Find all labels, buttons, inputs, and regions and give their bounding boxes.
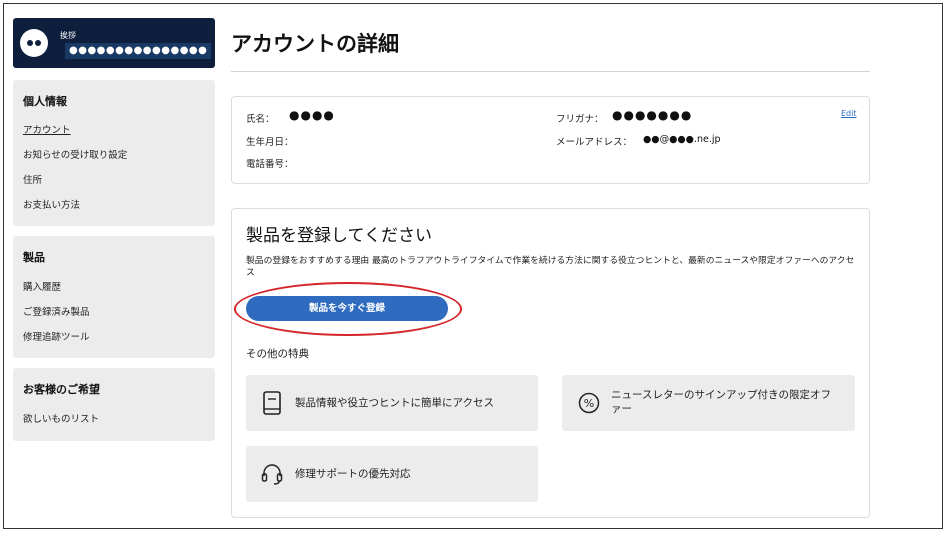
sidebar-item-address[interactable]: 住所 [23, 172, 42, 186]
sidebar-item-wishlist[interactable]: 欲しいものリスト [23, 411, 99, 425]
account-info-card: 氏名： ●●●● 生年月日： 電話番号： フリガナ： ●●●●●●● メールアド… [231, 96, 870, 184]
sidebar-section-title: お客様のご希望 [23, 383, 100, 396]
benefit-text: 製品情報や役立つヒントに簡単にアクセス [295, 397, 494, 409]
phone-label: 電話番号： [246, 159, 294, 170]
headset-icon [260, 462, 284, 490]
user-name: ●●●●●●●●●●●●●●● [65, 43, 211, 59]
greeting-card: 挨拶 ●●●●●●●●●●●●●●● [13, 18, 215, 68]
email-value: ●●@●●●.ne.jp [643, 134, 721, 145]
register-now-button[interactable]: 製品を今すぐ登録 [246, 296, 448, 321]
sidebar-section-products: 製品 購入履歴 ご登録済み製品 修理追跡ツール [13, 236, 215, 358]
benefit-card: % ニュースレターのサインアップ付きの限定オファー [562, 375, 855, 431]
registration-title: 製品を登録してください [246, 226, 432, 246]
page-title: アカウントの詳細 [231, 32, 399, 56]
benefit-card: 修理サポートの優先対応 [246, 446, 538, 502]
sidebar-section-title: 製品 [23, 251, 45, 264]
sidebar-item-repair-tracking[interactable]: 修理追跡ツール [23, 329, 90, 343]
avatar[interactable] [20, 29, 48, 57]
benefit-text: 修理サポートの優先対応 [295, 468, 411, 480]
svg-text:%: % [584, 397, 594, 410]
sidebar-section-title: 個人情報 [23, 95, 67, 108]
sidebar-section-personal: 個人情報 アカウント お知らせの受け取り設定 住所 お支払い方法 [13, 80, 215, 226]
product-registration-card: 製品を登録してください 製品の登録をおすすめする理由 最高のトラフアウトライフタ… [231, 208, 870, 518]
edit-link[interactable]: Edit [841, 109, 857, 118]
sidebar-item-payment[interactable]: お支払い方法 [23, 197, 80, 211]
sidebar-item-registered-products[interactable]: ご登録済み製品 [23, 304, 90, 318]
sidebar-item-purchase-history[interactable]: 購入履歴 [23, 279, 61, 293]
title-divider [231, 71, 870, 72]
sidebar-item-account[interactable]: アカウント [23, 122, 71, 136]
benefit-text: ニュースレターのサインアップ付きの限定オファー [611, 389, 831, 415]
furigana-label: フリガナ： [556, 114, 604, 125]
benefit-card: 製品情報や役立つヒントに簡単にアクセス [246, 375, 538, 431]
name-value: ●●●● [289, 108, 335, 122]
greeting-label: 挨拶 [60, 31, 76, 40]
sidebar-item-notifications[interactable]: お知らせの受け取り設定 [23, 147, 127, 161]
percent-icon: % [578, 392, 600, 418]
benefits-title: その他の特典 [246, 348, 309, 360]
email-label: メールアドレス： [556, 137, 633, 148]
avatar-dot [35, 40, 41, 46]
avatar-dot [27, 40, 33, 46]
sidebar-section-preferences: お客様のご希望 欲しいものリスト [13, 368, 215, 441]
name-label: 氏名： [246, 114, 275, 125]
birthdate-label: 生年月日： [246, 137, 294, 148]
book-icon [262, 391, 282, 419]
furigana-value: ●●●●●●● [612, 108, 693, 122]
registration-description: 製品の登録をおすすめする理由 最高のトラフアウトライフタイムで作業を続ける方法に… [246, 256, 855, 278]
